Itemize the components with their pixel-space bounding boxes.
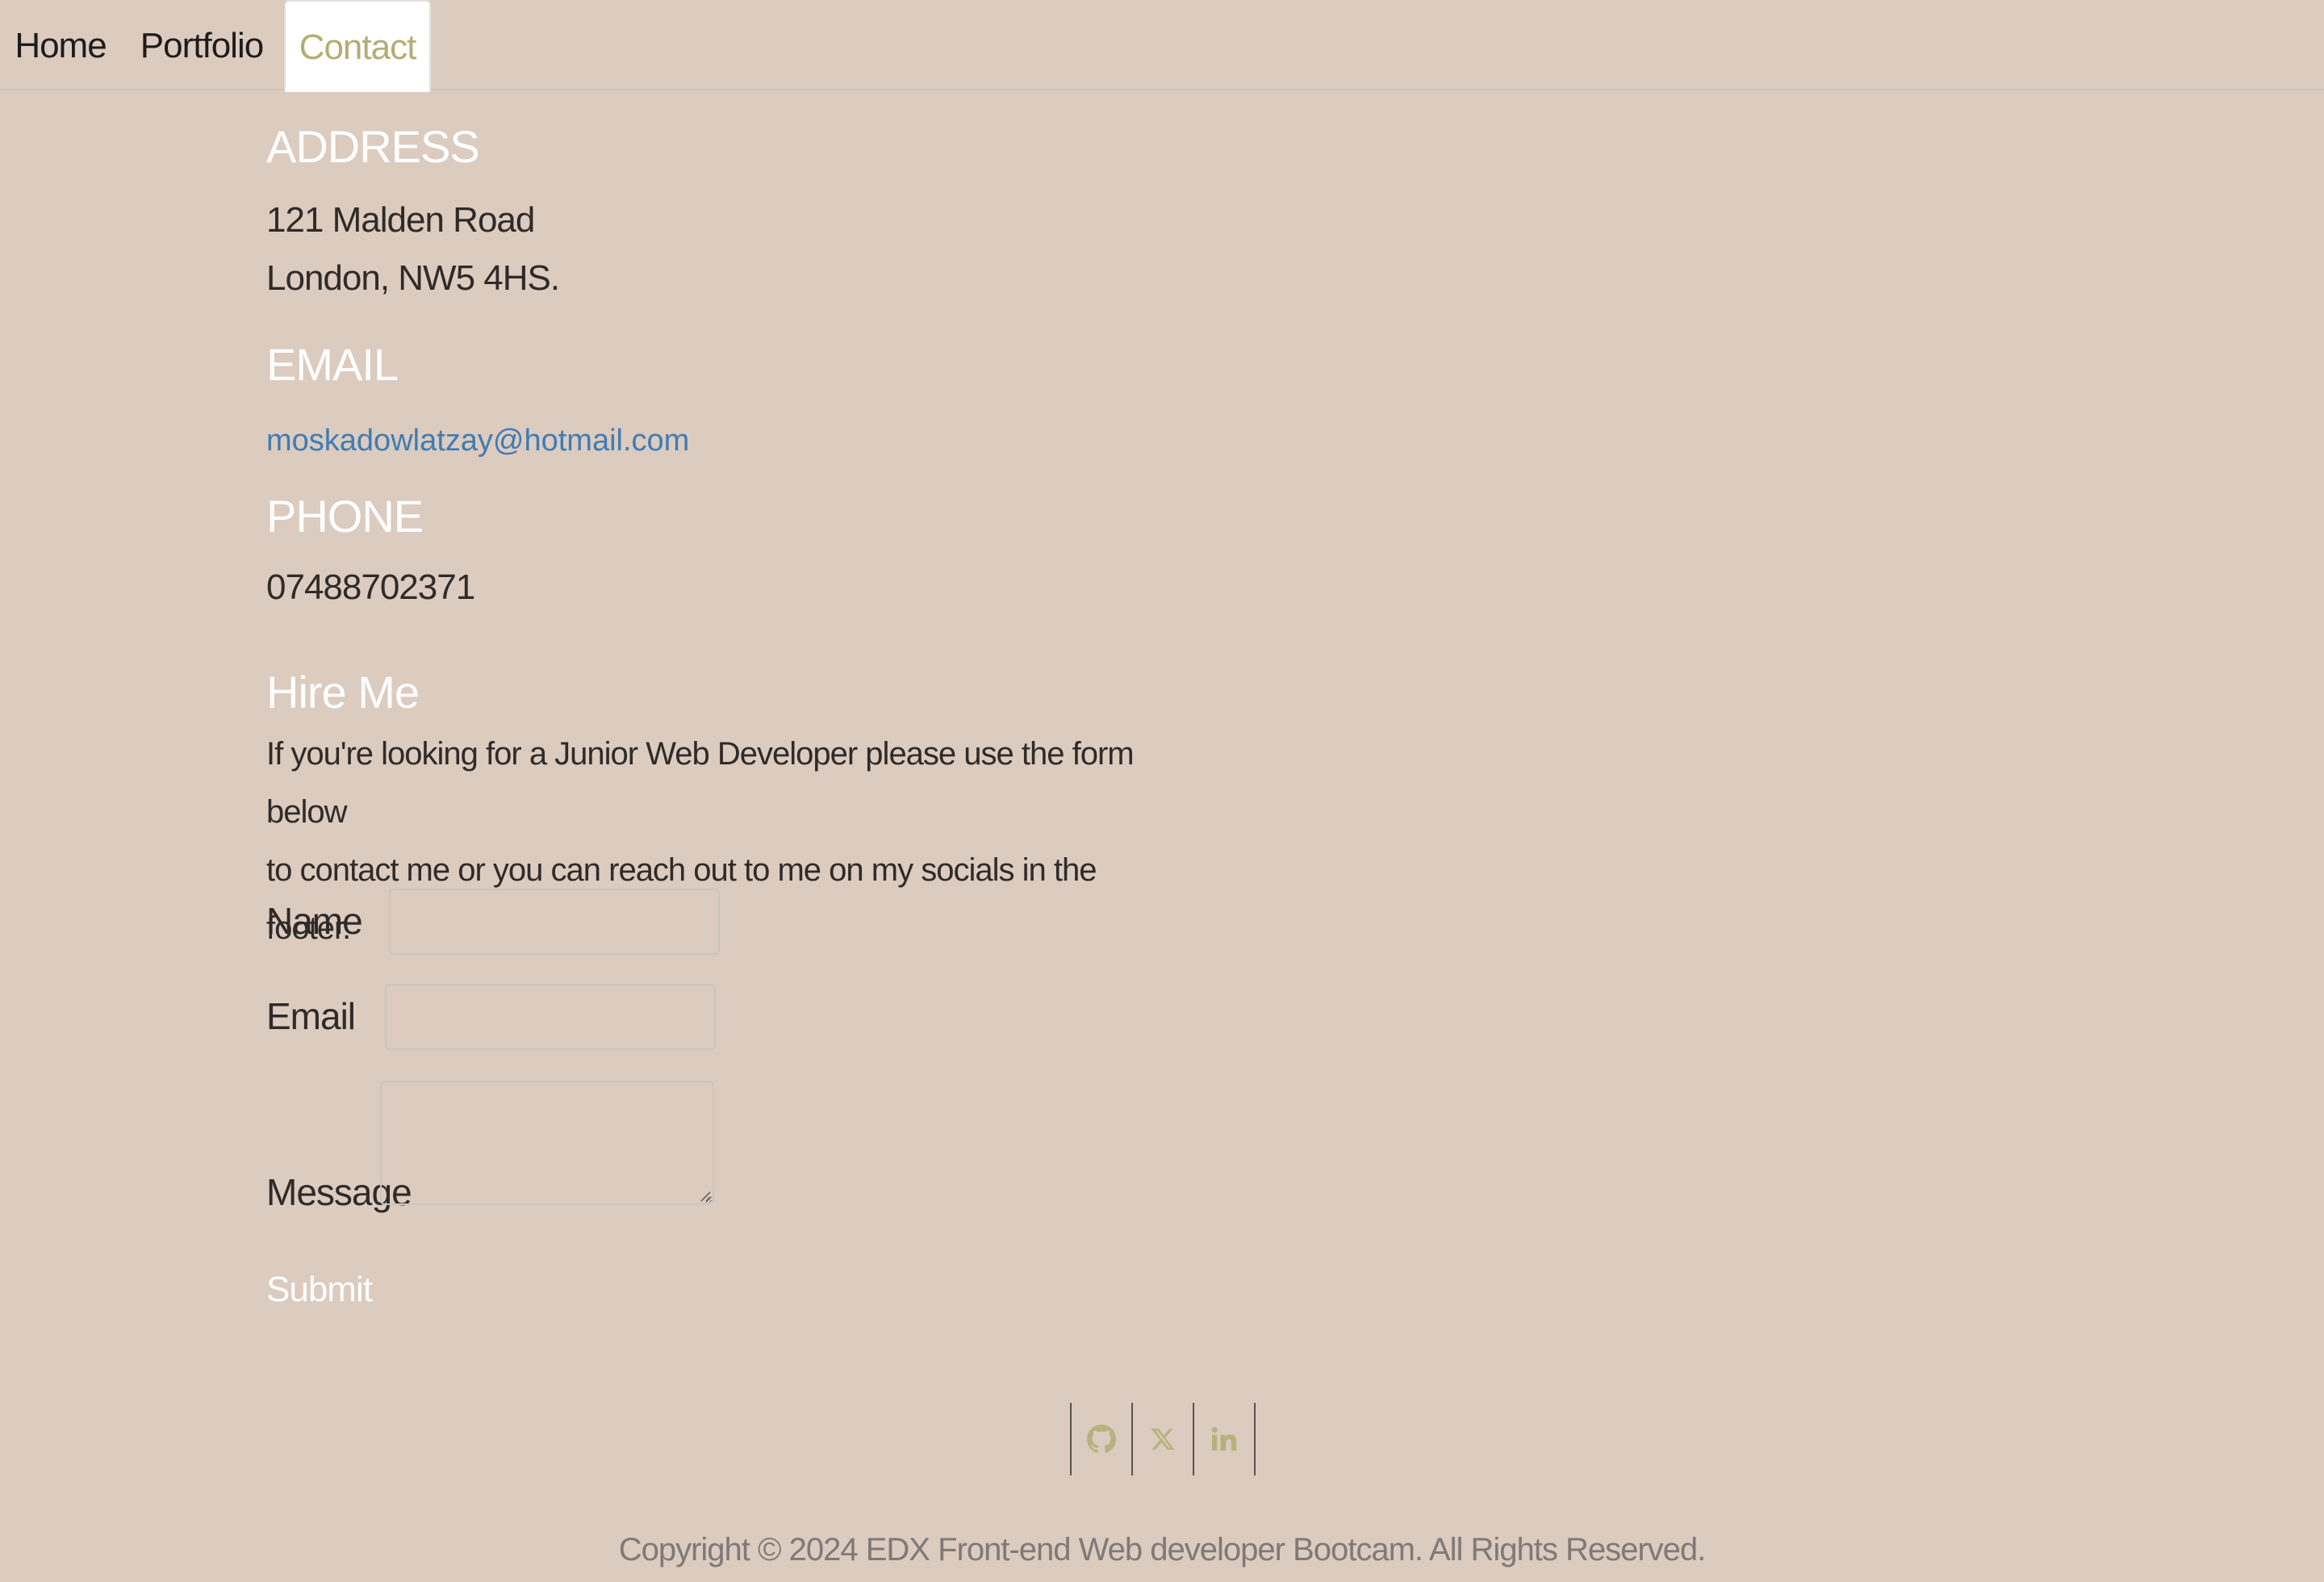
social-links xyxy=(1070,1403,1256,1475)
address-line-1: 121 Malden Road xyxy=(266,200,535,240)
email-link[interactable]: moskadowlatzay@hotmail.com xyxy=(266,425,689,456)
divider xyxy=(1254,1403,1256,1475)
nav-tab-contact[interactable]: Contact xyxy=(284,0,431,92)
github-link[interactable] xyxy=(1072,1403,1131,1475)
copyright-text: Copyright © 2024 EDX Front-end Web devel… xyxy=(618,1532,1707,1567)
linkedin-icon xyxy=(1211,1426,1237,1451)
nav-tab-portfolio[interactable]: Portfolio xyxy=(129,0,274,92)
hire-me-line-1: If you're looking for a Junior Web Devel… xyxy=(266,736,1135,830)
name-input[interactable] xyxy=(389,889,720,955)
submit-button[interactable]: Submit xyxy=(266,1272,373,1308)
address-heading: ADDRESS xyxy=(266,121,480,172)
linkedin-link[interactable] xyxy=(1194,1403,1254,1475)
phone-heading: PHONE xyxy=(266,491,424,542)
x-twitter-link[interactable] xyxy=(1133,1403,1193,1475)
email-input[interactable] xyxy=(385,984,716,1050)
name-label: Name xyxy=(266,900,363,942)
email-heading: EMAIL xyxy=(266,339,399,390)
hire-me-heading: Hire Me xyxy=(266,667,420,718)
email-label: Email xyxy=(266,995,356,1037)
top-nav: Home Portfolio Contact xyxy=(0,0,2324,92)
message-textarea[interactable] xyxy=(380,1081,714,1205)
x-twitter-icon xyxy=(1151,1429,1175,1450)
address-line-2: London, NW5 4HS. xyxy=(266,258,560,298)
phone-number: 07488702371 xyxy=(266,567,475,607)
github-icon xyxy=(1087,1425,1116,1454)
resize-grip-icon[interactable] xyxy=(699,1190,712,1203)
nav-tab-home[interactable]: Home xyxy=(0,0,121,92)
